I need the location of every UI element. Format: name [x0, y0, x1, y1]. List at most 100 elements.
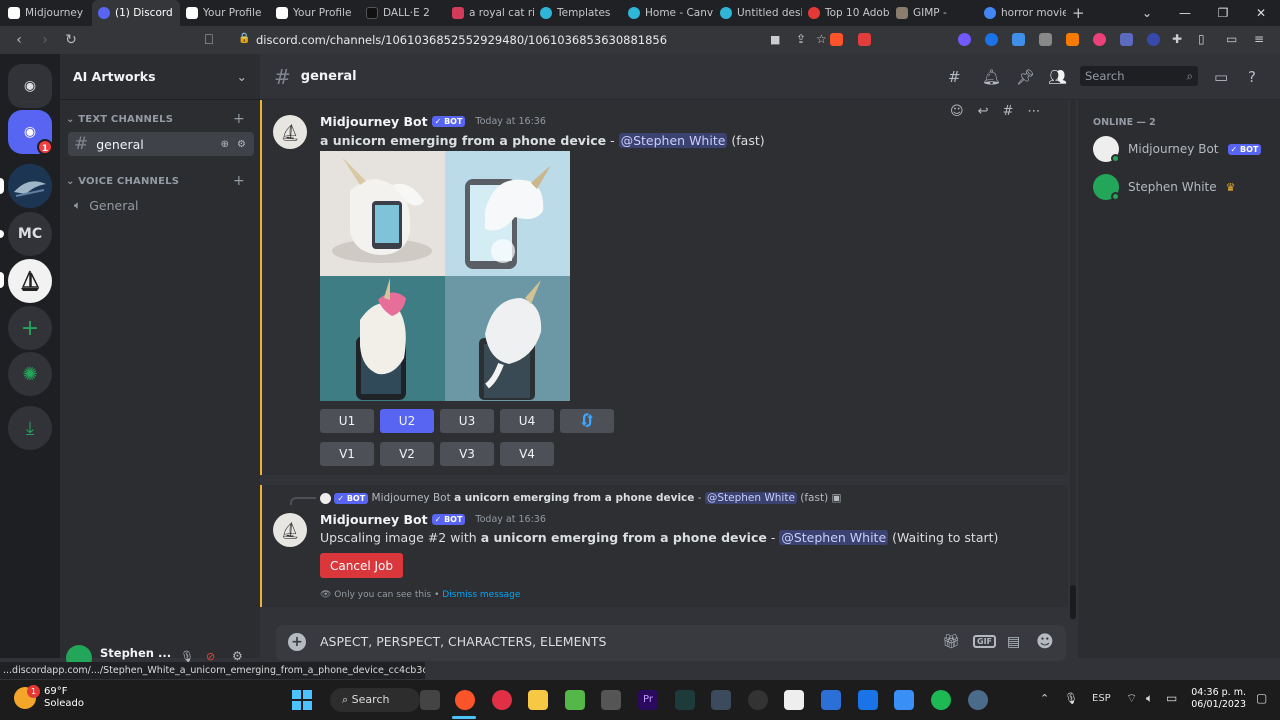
tab-search-chevron-icon[interactable]: ⌄ [1128, 0, 1166, 26]
variation-button-2[interactable]: V2 [380, 442, 434, 466]
brave-shield-icon[interactable] [830, 33, 843, 46]
app-icon[interactable] [821, 690, 841, 710]
gif-button[interactable]: GIF [973, 635, 997, 648]
camtasia-icon[interactable] [565, 690, 585, 710]
task-view-icon[interactable] [420, 690, 440, 710]
reply-icon[interactable]: ↩ [978, 104, 989, 119]
create-thread-icon[interactable]: # [1002, 104, 1013, 119]
help-icon[interactable]: ? [1248, 68, 1256, 86]
browser-tab[interactable]: Your Profile [180, 0, 270, 26]
variation-button-4[interactable]: V4 [500, 442, 554, 466]
create-channel-plus-icon[interactable]: + [233, 173, 245, 189]
search-input[interactable]: Search ⌕ [1080, 66, 1198, 86]
member-item-midjourney[interactable]: Midjourney Bot ✓ BOT [1093, 136, 1262, 163]
inbox-icon[interactable]: ▭ [1214, 68, 1228, 86]
grid-image-3[interactable] [320, 276, 445, 401]
extension-icon[interactable] [985, 33, 998, 46]
battery-icon[interactable]: ▭ [1166, 691, 1177, 705]
upscale-button-1[interactable]: U1 [320, 409, 374, 433]
browser-tab[interactable]: Your Profile [270, 0, 360, 26]
reload-icon[interactable]: ↻ [58, 27, 84, 53]
bookmark-icon[interactable]: ⎕ [196, 27, 222, 53]
threads-icon[interactable]: # [948, 68, 961, 86]
add-server-plus-icon[interactable]: + [8, 306, 52, 350]
file-explorer-icon[interactable] [528, 690, 548, 710]
wallet-icon[interactable]: ▭ [1226, 32, 1237, 46]
shark-server-icon[interactable] [8, 164, 52, 208]
forward-arrow-icon[interactable]: › [32, 27, 58, 53]
maximize-window-button[interactable]: ❐ [1204, 0, 1242, 26]
add-reaction-icon[interactable]: ☺ [950, 104, 964, 119]
extension-icon[interactable] [1093, 33, 1106, 46]
app-icon[interactable] [711, 690, 731, 710]
extension-icon[interactable] [958, 33, 971, 46]
create-channel-plus-icon[interactable]: + [233, 111, 245, 127]
premiere-icon[interactable]: Pr [638, 690, 658, 710]
grid-image-4[interactable] [445, 276, 570, 401]
extension-icon[interactable] [1147, 33, 1160, 46]
voice-channels-category[interactable]: ⌄ VOICE CHANNELS [66, 176, 179, 187]
notification-bell-icon[interactable]: 🔔︎ [982, 68, 1001, 86]
channel-settings-gear-icon[interactable]: ⚙ [237, 139, 246, 150]
browser-tab[interactable]: a royal cat ri [446, 0, 534, 26]
channel-item-general[interactable]: # general ⊕ ⚙ [68, 132, 254, 156]
upscale-button-2[interactable]: U2 [380, 409, 434, 433]
opera-icon[interactable] [492, 690, 512, 710]
notification-center-icon[interactable]: ▢ [1256, 691, 1267, 705]
taskbar-search[interactable]: ⌕ Search [330, 688, 420, 712]
scrollbar-track[interactable] [1070, 100, 1076, 620]
star-icon[interactable]: ☆ [816, 32, 827, 46]
app-icon[interactable] [894, 690, 914, 710]
volume-icon[interactable]: 🔈︎ [1146, 691, 1153, 706]
spotify-icon[interactable] [931, 690, 951, 710]
camera-blocked-icon[interactable]: ■ [770, 33, 780, 46]
midjourney-server-icon[interactable] [8, 259, 52, 303]
wifi-icon[interactable]: ⌔ [1126, 691, 1137, 706]
midjourney-avatar[interactable]: ⛵︎ [273, 513, 307, 547]
app-icon[interactable] [748, 690, 768, 710]
browser-tab[interactable]: Home - Canv [622, 0, 714, 26]
clock[interactable]: 04:36 p. m. 06/01/2023 [1190, 687, 1246, 711]
sticker-icon[interactable]: ▤ [1007, 634, 1020, 650]
pin-icon[interactable]: 📌︎ [1016, 68, 1035, 86]
server-header[interactable]: AI Artworks ⌄ [60, 54, 260, 100]
url-field[interactable]: discord.com/channels/1061036852552929480… [256, 30, 906, 50]
text-channels-category[interactable]: ⌄ TEXT CHANNELS [66, 114, 173, 125]
extension-icon[interactable] [1066, 33, 1079, 46]
dismiss-message-link[interactable]: Dismiss message [442, 590, 520, 600]
user-settings-gear-icon[interactable]: ⚙ [232, 649, 243, 663]
store-icon[interactable] [858, 690, 878, 710]
grid-image-1[interactable] [320, 151, 445, 276]
midjourney-avatar[interactable]: ⛵︎ [273, 115, 307, 149]
capcut-icon[interactable] [784, 690, 804, 710]
more-options-icon[interactable]: ⋯ [1027, 104, 1040, 119]
app-icon[interactable] [675, 690, 695, 710]
mc-server-icon[interactable]: MC [8, 212, 52, 256]
extension-icon[interactable] [1012, 33, 1025, 46]
weather-widget[interactable]: 69°F Soleado [44, 686, 84, 710]
grid-image-2[interactable] [445, 151, 570, 276]
reroll-refresh-icon[interactable]: 🔄︎ [560, 409, 614, 433]
user-mention[interactable]: @Stephen White [618, 133, 728, 148]
share-icon[interactable]: ⇪ [796, 32, 806, 46]
browser-tab-active[interactable]: (1) Discord✕ [92, 0, 180, 26]
microphone-icon[interactable]: 🎙︎ [1064, 692, 1078, 705]
keyboard-language[interactable]: ESP [1092, 693, 1111, 704]
app-icon[interactable] [601, 690, 621, 710]
puzzle-extensions-icon[interactable]: ✚ [1172, 32, 1182, 46]
reply-preview[interactable]: ✓ BOT Midjourney Bot a unicorn emerging … [320, 492, 841, 504]
tray-chevron-up-icon[interactable]: ⌃ [1040, 692, 1049, 705]
image-grid[interactable] [320, 151, 570, 401]
browser-menu-icon[interactable]: ≡ [1254, 32, 1264, 46]
browser-tab[interactable]: Top 10 Adob [802, 0, 890, 26]
app-icon[interactable] [968, 690, 988, 710]
upscale-button-3[interactable]: U3 [440, 409, 494, 433]
back-arrow-icon[interactable]: ‹ [6, 27, 32, 53]
close-window-button[interactable]: ✕ [1242, 0, 1280, 26]
download-icon[interactable]: ⤓ [8, 406, 52, 450]
variation-button-1[interactable]: V1 [320, 442, 374, 466]
browser-tab[interactable]: Midjourney [2, 0, 92, 26]
brave-browser-icon[interactable] [455, 690, 475, 710]
invite-user-icon[interactable]: ⊕ [221, 139, 229, 150]
attach-plus-icon[interactable]: + [288, 633, 306, 651]
